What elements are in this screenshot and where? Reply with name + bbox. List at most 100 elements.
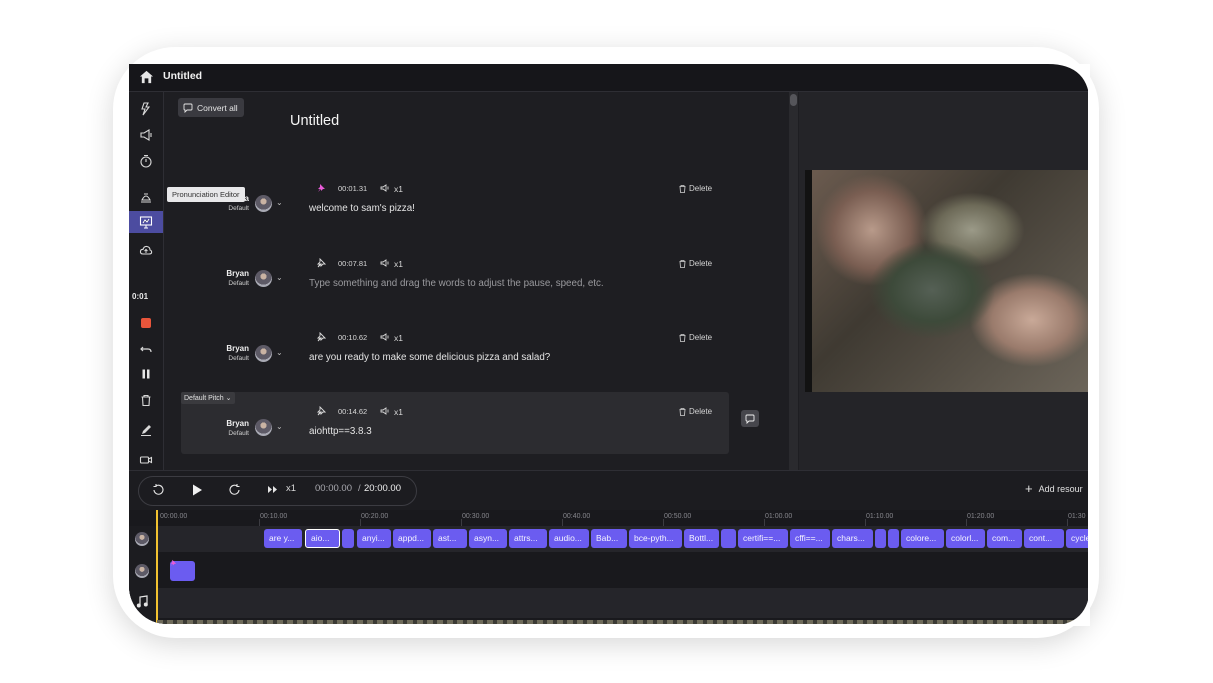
play-icon[interactable] (190, 483, 204, 497)
audio-clip[interactable]: Bottl... (684, 529, 719, 548)
chevron-down-icon: ⌄ (225, 395, 232, 402)
delete-button[interactable]: Delete (679, 333, 712, 342)
audio-clip[interactable]: certifi==... (738, 529, 788, 548)
audio-clip[interactable]: are y... (264, 529, 302, 548)
speed-icon[interactable] (380, 184, 390, 192)
convert-all-button[interactable]: Convert all (178, 98, 244, 117)
top-bar: Untitled (129, 64, 1088, 92)
pin-icon[interactable] (316, 183, 326, 193)
speaker-name: Bryan (226, 344, 249, 353)
pitch-label: Default Pitch (184, 395, 224, 402)
script-row[interactable]: Bryan Default ⌄ 00:07.81 x1 Type somethi… (181, 249, 729, 311)
chevron-down-icon[interactable]: ⌄ (276, 273, 283, 282)
audio-clip[interactable]: colore... (901, 529, 944, 548)
voice-track-1[interactable]: are y... aio... anyi... appd... ast... a… (157, 526, 1088, 552)
speed-icon[interactable] (380, 407, 390, 415)
audio-clip[interactable] (888, 529, 899, 548)
timestamp: 00:10.62 (338, 333, 368, 342)
forward-icon[interactable] (228, 483, 242, 497)
audio-clip[interactable]: anyi... (357, 529, 391, 548)
delete-button[interactable]: Delete (679, 407, 712, 416)
avatar[interactable] (255, 419, 272, 436)
avatar[interactable] (135, 532, 149, 546)
speed-icon[interactable] (380, 259, 390, 267)
line-text[interactable]: aiohttp==3.8.3 (309, 426, 372, 437)
scroll-thumb[interactable] (790, 94, 797, 106)
pause-icon[interactable] (137, 365, 155, 383)
pin-icon[interactable] (316, 332, 326, 342)
cloud-upload-icon[interactable] (137, 241, 155, 259)
pen-icon[interactable] (137, 421, 155, 439)
audio-clip[interactable]: asyn... (469, 529, 507, 548)
comment-button[interactable] (741, 410, 759, 427)
audio-clip[interactable] (342, 529, 354, 548)
pronunciation-icon[interactable] (137, 188, 155, 206)
audio-clip-selected[interactable]: aio... (305, 529, 340, 548)
avatar[interactable] (255, 345, 272, 362)
fast-forward-icon[interactable] (267, 485, 278, 494)
audio-clip[interactable]: chars... (832, 529, 873, 548)
audio-clip[interactable]: audio... (549, 529, 589, 548)
timer-icon[interactable] (137, 152, 155, 170)
audio-clip[interactable]: colorl... (946, 529, 985, 548)
speed-value: x1 (394, 184, 403, 194)
rewind-icon[interactable] (151, 483, 165, 497)
speed-icon[interactable] (380, 333, 390, 341)
line-text[interactable]: welcome to sam's pizza! (309, 203, 415, 214)
audio-clip[interactable] (721, 529, 736, 548)
presentation-icon[interactable] (137, 213, 155, 231)
add-resource-button[interactable]: + Add resour (1025, 481, 1083, 496)
playback-speed[interactable]: x1 (286, 483, 296, 494)
home-icon[interactable] (139, 70, 154, 84)
music-track[interactable] (157, 588, 1088, 618)
video-thumbnail-strip (157, 620, 1088, 624)
chevron-down-icon[interactable]: ⌄ (276, 348, 283, 357)
avatar[interactable] (135, 564, 149, 578)
script-row[interactable]: Bryan Default ⌄ 00:10.62 x1 are you read… (181, 323, 729, 385)
audio-clip[interactable]: cffi==... (790, 529, 830, 548)
audio-clip[interactable] (875, 529, 886, 548)
delete-button[interactable]: Delete (679, 184, 712, 193)
chevron-down-icon[interactable]: ⌄ (276, 422, 283, 431)
timeline-ruler: 00:00.00 00:10.00 00:20.00 00:30.00 00:4… (129, 510, 1088, 527)
avatar[interactable] (255, 270, 272, 287)
megaphone-icon[interactable] (137, 126, 155, 144)
undo-icon[interactable] (137, 340, 155, 358)
pin-icon[interactable] (316, 258, 326, 268)
speaker-name: Bryan (226, 269, 249, 278)
audio-clip[interactable]: cont... (1024, 529, 1064, 548)
delete-label: Delete (689, 407, 713, 416)
trash-icon[interactable] (137, 391, 155, 409)
speech-bubble-icon (745, 414, 755, 424)
tick (663, 519, 664, 526)
audio-clip[interactable]: Bab... (591, 529, 627, 548)
line-text-placeholder[interactable]: Type something and drag the words to adj… (309, 278, 604, 289)
script-row[interactable]: Joanna Default ⌄ 00:01.31 x1 welcome to … (181, 174, 729, 236)
avatar[interactable] (255, 195, 272, 212)
audio-clip[interactable]: cycle (1066, 529, 1088, 548)
delete-button[interactable]: Delete (679, 259, 712, 268)
voice-track-2[interactable] (157, 558, 1088, 584)
audio-clip[interactable]: appd... (393, 529, 431, 548)
timeline[interactable]: 00:00.00 00:10.00 00:20.00 00:30.00 00:4… (129, 510, 1088, 624)
chevron-down-icon[interactable]: ⌄ (276, 198, 283, 207)
video-preview[interactable] (805, 170, 1088, 392)
record-icon[interactable] (141, 318, 151, 328)
pitch-dropdown[interactable]: Default Pitch ⌄ (181, 392, 235, 404)
audio-clip[interactable]: ast... (433, 529, 467, 548)
document-title[interactable]: Untitled (290, 113, 339, 129)
audio-clip[interactable]: com... (987, 529, 1022, 548)
editor-scrollbar[interactable] (789, 92, 798, 470)
audio-clip[interactable]: attrs... (509, 529, 547, 548)
playhead[interactable] (156, 510, 158, 624)
delete-label: Delete (689, 259, 713, 268)
audio-clip[interactable]: bce-pyth... (629, 529, 682, 548)
magic-icon[interactable] (137, 100, 155, 118)
line-text[interactable]: are you ready to make some delicious piz… (309, 352, 550, 363)
script-row-selected[interactable]: Bryan Default ⌄ 00:14.62 x1 aiohttp==3.8… (181, 392, 729, 454)
speed-value: x1 (394, 259, 403, 269)
camera-icon[interactable] (137, 451, 155, 469)
music-note-icon[interactable] (136, 595, 148, 608)
speed-value: x1 (394, 407, 403, 417)
pin-icon[interactable] (316, 406, 326, 416)
